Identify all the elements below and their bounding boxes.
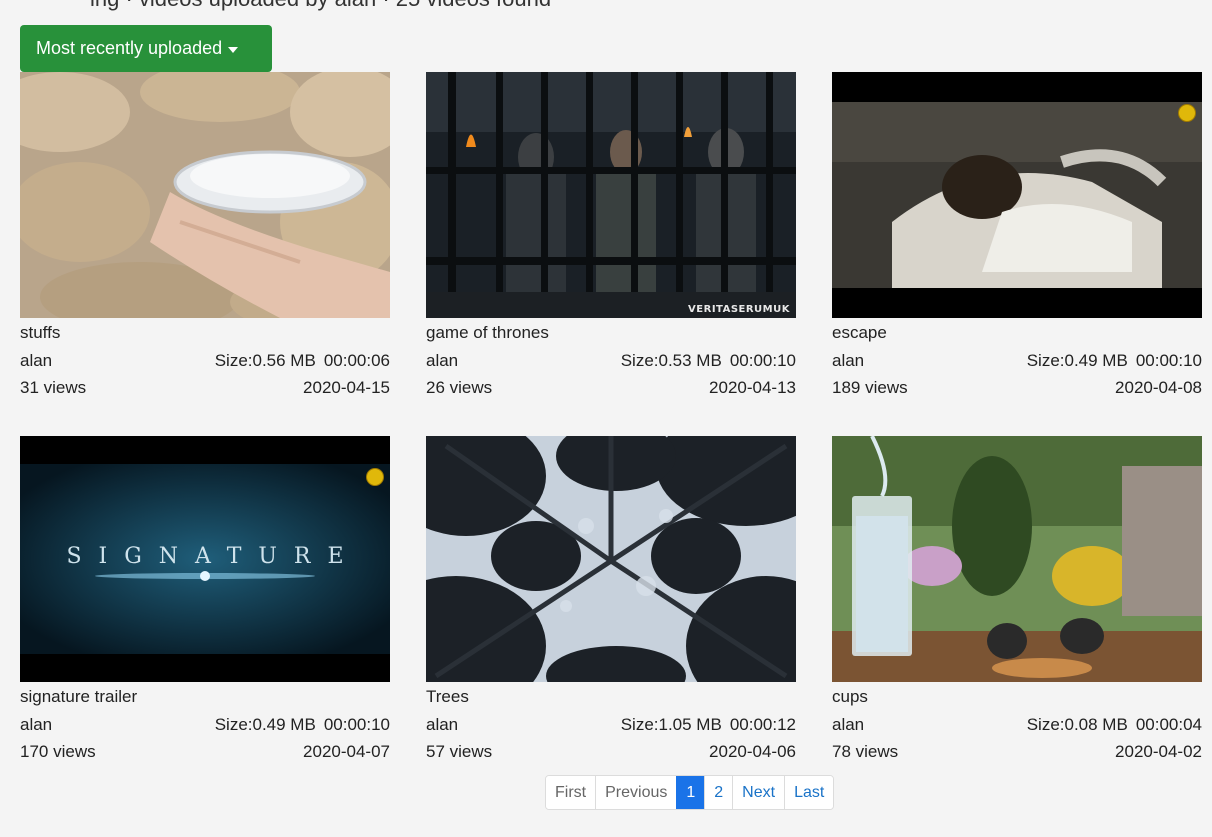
video-stats-row: 78 views 2020-04-02 [832,738,1202,765]
file-size: Size:0.49 MB [214,715,316,734]
uploader-name[interactable]: alan [426,711,458,738]
video-thumbnail[interactable] [20,72,390,318]
view-count: 31 views [20,378,87,397]
upload-date: 2020-04-06 [709,742,796,761]
upload-date: 2020-04-15 [303,378,390,397]
view-count: 78 views [832,742,899,761]
uploader-name[interactable]: alan [20,711,52,738]
sort-label: Most recently uploaded [36,38,223,58]
upload-date: 2020-04-08 [1115,378,1202,397]
video-stats-row: 31 views 2020-04-15 [20,374,390,401]
file-size: Size:0.53 MB [620,351,722,370]
file-size: Size:1.05 MB [620,715,722,734]
pagination-next[interactable]: Next [732,776,785,809]
upload-date: 2020-04-07 [303,742,390,761]
video-card: stuffs alan Size:0.56 MB 00:00:06 31 view… [20,72,390,401]
view-count: 57 views [426,742,493,761]
video-meta-row: alan Size:0.53 MB 00:00:10 [426,347,796,374]
view-count: 26 views [426,378,493,397]
caret-down-icon [228,46,239,53]
video-meta-row: alan Size:0.49 MB 00:00:10 [832,347,1202,374]
uploader-name[interactable]: alan [832,711,864,738]
thumbnail-overlay-text: SIGNATURE [66,544,361,569]
view-count: 189 views [832,378,908,397]
video-card: Trees alan Size:1.05 MB 00:00:12 57 views… [426,436,796,765]
duration: 00:00:12 [729,715,796,734]
page-header-strip: ing · videos uploaded by alan · 25 video… [0,0,1212,20]
video-thumbnail[interactable]: SIGNATURE [20,436,390,682]
file-size: Size:0.49 MB [1026,351,1128,370]
sort-dropdown-button[interactable]: Most recently uploaded [20,25,272,72]
video-thumbnail[interactable] [426,436,796,682]
video-stats-row: 189 views 2020-04-08 [832,374,1202,401]
channel-logo-icon [366,468,384,486]
video-thumbnail[interactable] [832,72,1202,318]
video-title[interactable]: cups [832,686,1202,707]
pagination: First Previous 1 2 Next Last [545,775,835,810]
duration: 00:00:10 [1135,351,1202,370]
video-meta-row: alan Size:0.08 MB 00:00:04 [832,711,1202,738]
upload-date: 2020-04-13 [709,378,796,397]
thumbnail-image-cups-stack [20,72,390,318]
file-size: Size:0.56 MB [214,351,316,370]
video-meta-row: alan Size:0.49 MB 00:00:10 [20,711,390,738]
video-card: SIGNATURE signature trailer alan Size:0.… [20,436,390,765]
thumbnail-image-tree-canopy [426,436,796,682]
thumbnail-image-glass-drink [832,436,1202,682]
upload-date: 2020-04-02 [1115,742,1202,761]
video-title[interactable]: escape [832,322,1202,343]
uploader-name[interactable]: alan [832,347,864,374]
pagination-last[interactable]: Last [784,776,834,809]
file-size: Size:0.08 MB [1026,715,1128,734]
page-heading-clipped: ing · videos uploaded by alan · 25 video… [90,0,551,12]
thumbnail-image-bed-scene [832,72,1202,318]
video-thumbnail[interactable]: VERITASERUMUK [426,72,796,318]
video-stats-row: 170 views 2020-04-07 [20,738,390,765]
thumbnail-image-prison-bars [426,72,796,318]
pagination-first[interactable]: First [546,776,596,809]
duration: 00:00:04 [1135,715,1202,734]
duration: 00:00:10 [323,715,390,734]
video-card: VERITASERUMUK game of thrones alan Size:… [426,72,796,401]
duration: 00:00:06 [323,351,390,370]
video-title[interactable]: game of thrones [426,322,796,343]
video-stats-row: 57 views 2020-04-06 [426,738,796,765]
video-meta-row: alan Size:1.05 MB 00:00:12 [426,711,796,738]
video-title[interactable]: stuffs [20,322,390,343]
video-thumbnail[interactable] [832,436,1202,682]
thumbnail-watermark: VERITASERUMUK [688,304,790,315]
uploader-name[interactable]: alan [20,347,52,374]
pagination-previous[interactable]: Previous [595,776,677,809]
channel-logo-icon [1178,104,1196,122]
view-count: 170 views [20,742,96,761]
video-title[interactable]: Trees [426,686,796,707]
video-title[interactable]: signature trailer [20,686,390,707]
uploader-name[interactable]: alan [426,347,458,374]
pagination-page-1[interactable]: 1 [676,776,705,809]
video-meta-row: alan Size:0.56 MB 00:00:06 [20,347,390,374]
video-card: escape alan Size:0.49 MB 00:00:10 189 vie… [832,72,1202,401]
video-card: cups alan Size:0.08 MB 00:00:04 78 views … [832,436,1202,765]
video-stats-row: 26 views 2020-04-13 [426,374,796,401]
duration: 00:00:10 [729,351,796,370]
pagination-page-2[interactable]: 2 [704,776,733,809]
